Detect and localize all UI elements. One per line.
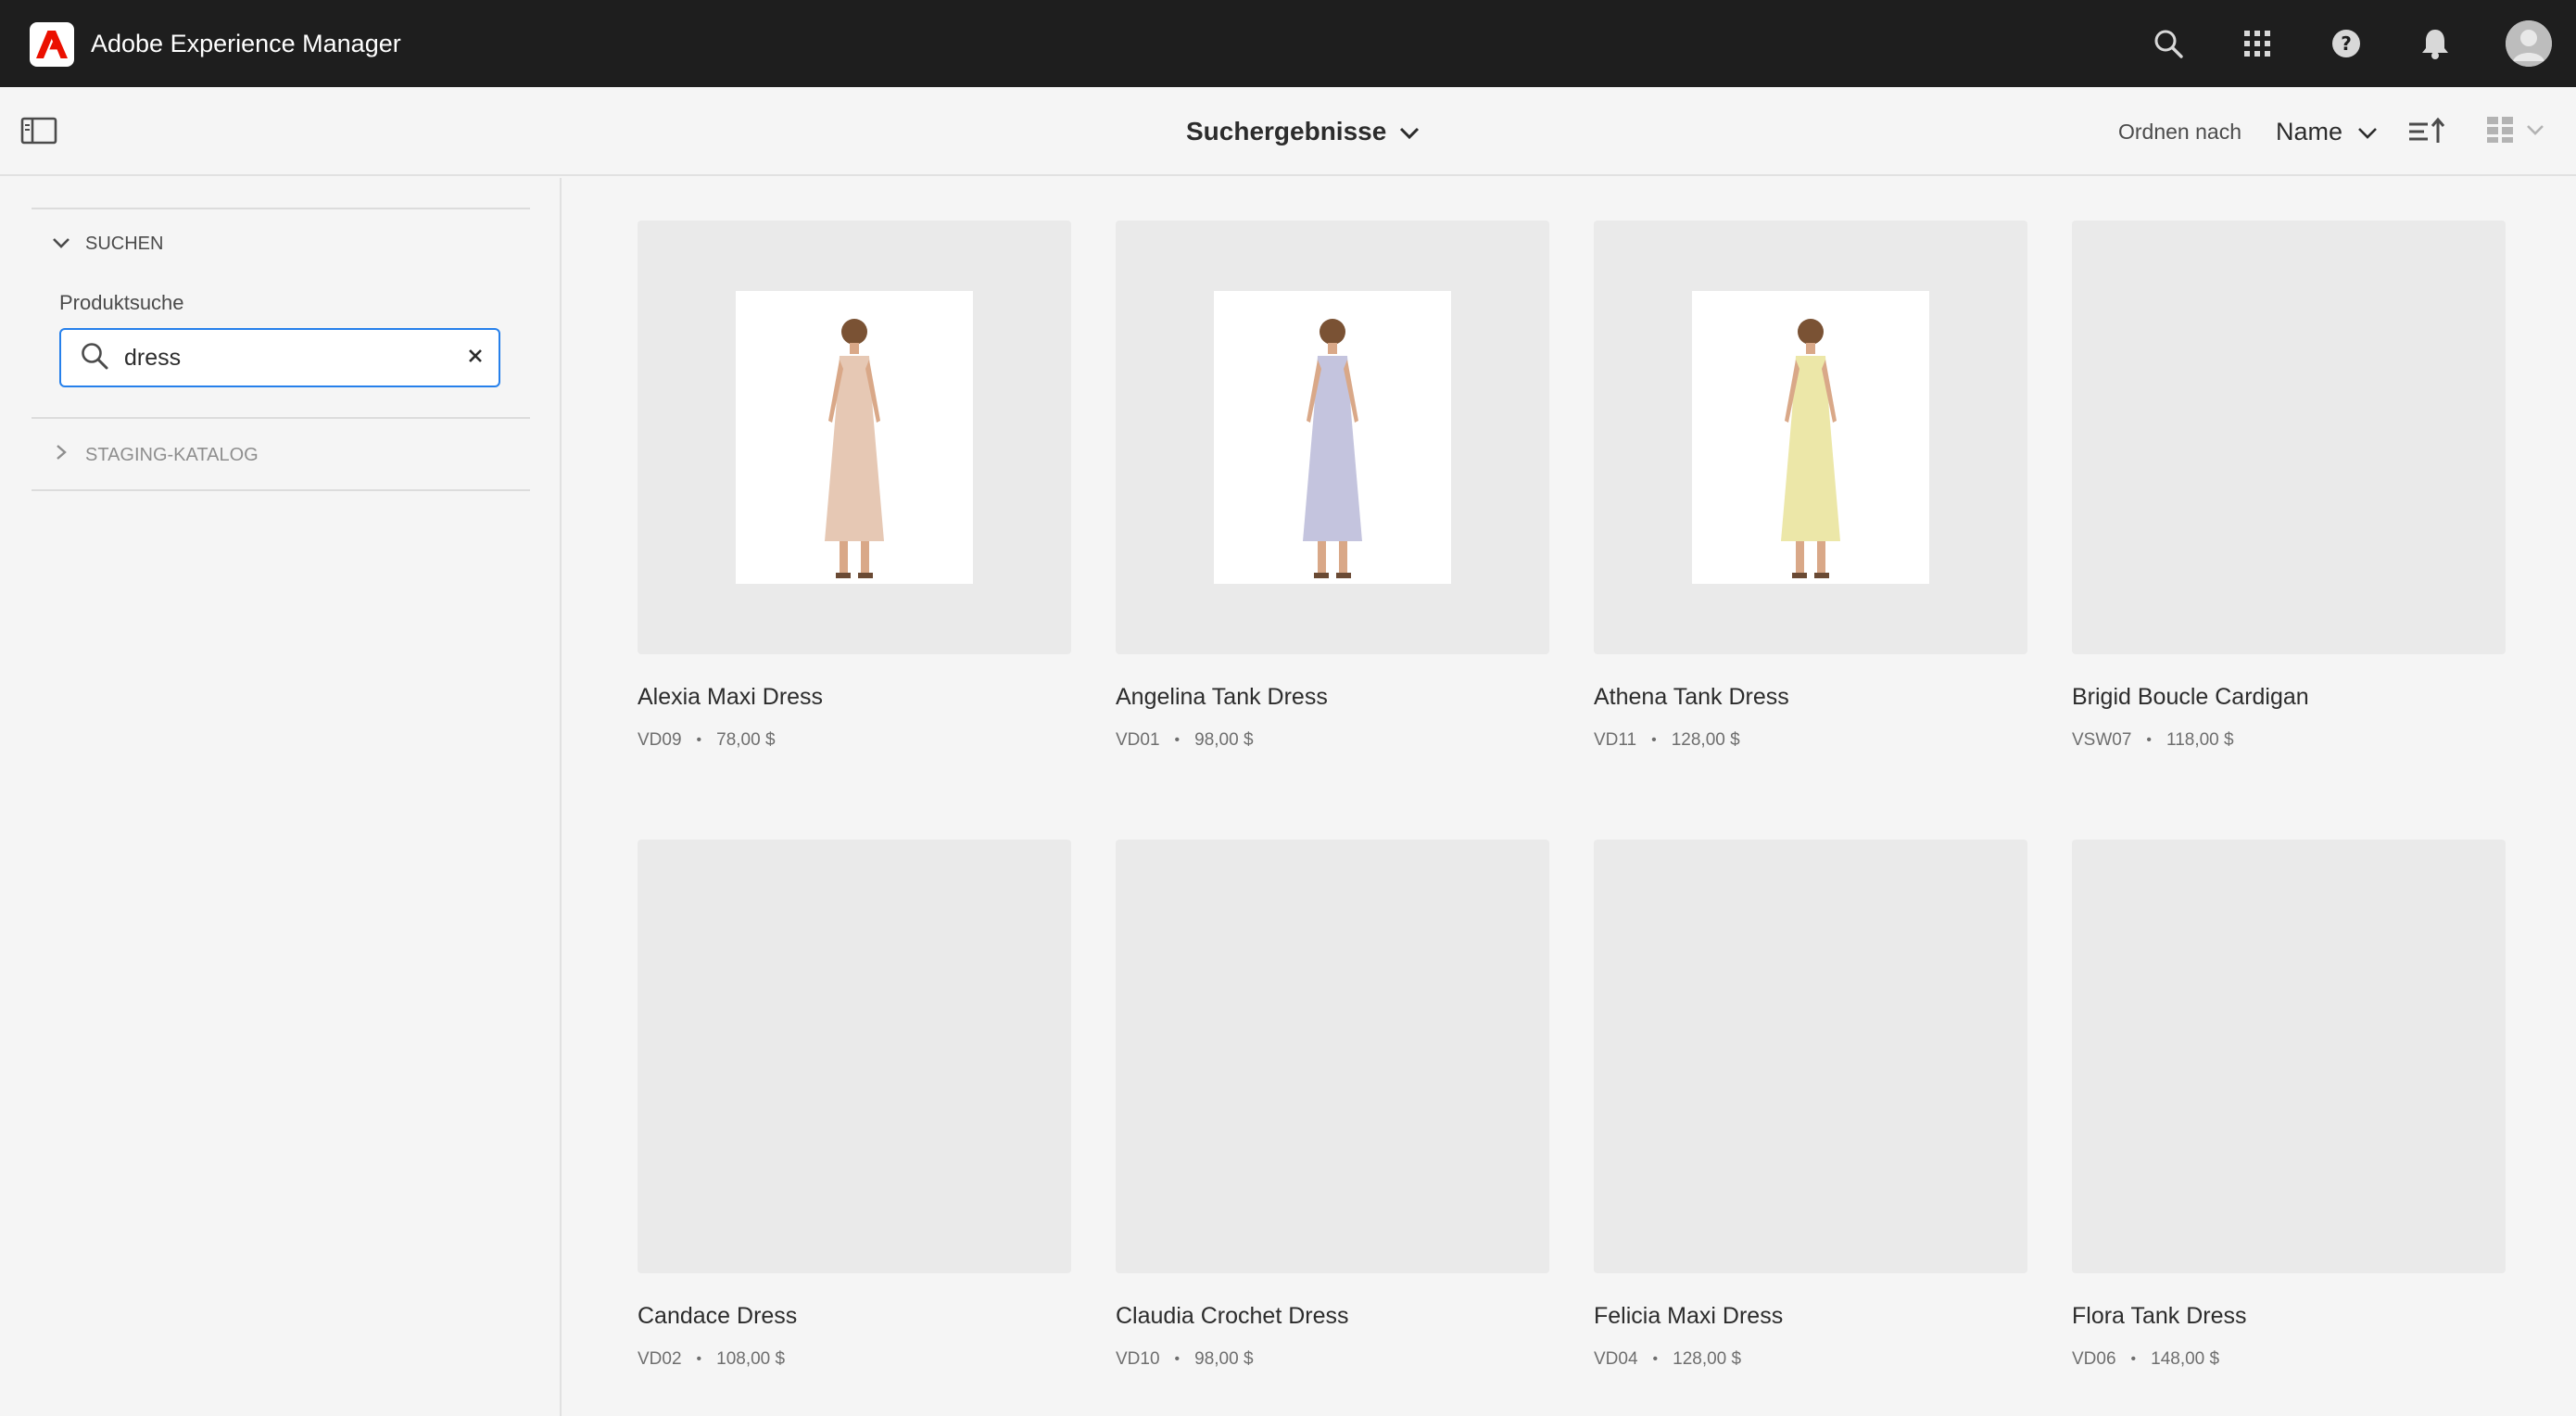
product-card[interactable]: Athena Tank Dress VD11 • 128,00 $	[1594, 221, 2027, 795]
product-search-label: Produktsuche	[59, 291, 184, 314]
chevron-right-icon	[52, 443, 70, 467]
app-title[interactable]: Adobe Experience Manager	[91, 0, 401, 87]
page-title: Suchergebnisse	[1186, 117, 1387, 145]
product-image	[1692, 291, 1929, 584]
adobe-logo-icon[interactable]	[30, 22, 74, 67]
divider	[32, 489, 530, 491]
product-meta: VD01 • 98,00 $	[1116, 730, 1254, 751]
rail-toggle-icon[interactable]	[20, 115, 57, 146]
search-icon	[80, 341, 109, 375]
product-card[interactable]: Flora Tank Dress VD06 • 148,00 $	[2072, 840, 2506, 1414]
search-section-header[interactable]: SUCHEN	[52, 234, 163, 255]
separator-dot: •	[1174, 1351, 1181, 1367]
product-price: 108,00 $	[716, 1349, 786, 1369]
sort-value: Name	[2276, 117, 2343, 145]
separator-dot: •	[696, 732, 702, 748]
product-title[interactable]: Candace Dress	[638, 1303, 797, 1330]
product-sku: VD01	[1116, 730, 1160, 750]
apps-grid-icon[interactable]	[2235, 21, 2279, 66]
product-sku: VD06	[2072, 1349, 2116, 1369]
dress-model-figure	[1303, 319, 1362, 578]
product-meta: VSW07 • 118,00 $	[2072, 730, 2234, 751]
product-thumbnail[interactable]	[1116, 840, 1549, 1273]
product-meta: VD09 • 78,00 $	[638, 730, 776, 751]
chevron-down-icon	[2526, 123, 2544, 140]
product-meta: VD11 • 128,00 $	[1594, 730, 1740, 751]
view-switcher[interactable]	[2485, 115, 2559, 148]
product-thumbnail[interactable]	[1594, 221, 2027, 654]
chevron-down-icon	[52, 234, 70, 255]
product-title[interactable]: Alexia Maxi Dress	[638, 684, 823, 711]
product-title[interactable]: Flora Tank Dress	[2072, 1303, 2247, 1330]
user-avatar[interactable]	[2506, 20, 2552, 67]
notifications-bell-icon[interactable]	[2413, 21, 2457, 66]
separator-dot: •	[1174, 732, 1181, 748]
separator-dot: •	[1652, 1351, 1659, 1367]
product-title[interactable]: Claudia Crochet Dress	[1116, 1303, 1349, 1330]
product-card[interactable]: Brigid Boucle Cardigan VSW07 • 118,00 $	[2072, 221, 2506, 795]
product-thumbnail[interactable]	[638, 840, 1071, 1273]
product-meta: VD06 • 148,00 $	[2072, 1349, 2219, 1370]
search-query[interactable]: dress	[124, 345, 467, 372]
sort-label: Ordnen nach	[2118, 120, 2241, 144]
chevron-down-icon	[1399, 117, 1420, 146]
product-title[interactable]: Angelina Tank Dress	[1116, 684, 1328, 711]
product-title[interactable]: Athena Tank Dress	[1594, 684, 1789, 711]
product-price: 78,00 $	[716, 730, 776, 750]
divider	[32, 417, 530, 419]
sort-by-dropdown[interactable]: Name	[2276, 87, 2378, 176]
shell-header: Adobe Experience Manager ?	[0, 0, 2576, 87]
card-view-icon	[2485, 115, 2515, 149]
chevron-down-icon	[2357, 118, 2378, 146]
divider	[32, 208, 530, 209]
product-sku: VSW07	[2072, 730, 2132, 750]
product-thumbnail[interactable]	[2072, 221, 2506, 654]
product-thumbnail[interactable]	[1594, 840, 2027, 1273]
product-price: 128,00 $	[1673, 1349, 1742, 1369]
product-sku: VD04	[1594, 1349, 1638, 1369]
product-image	[1214, 291, 1451, 584]
product-card[interactable]: Alexia Maxi Dress VD09 • 78,00 $	[638, 221, 1071, 795]
separator-dot: •	[1651, 732, 1657, 748]
product-card[interactable]: Angelina Tank Dress VD01 • 98,00 $	[1116, 221, 1549, 795]
product-sku: VD11	[1594, 730, 1637, 750]
search-section-label: SUCHEN	[85, 234, 164, 254]
product-sku: VD10	[1116, 1349, 1160, 1369]
product-meta: VD02 • 108,00 $	[638, 1349, 785, 1370]
product-price: 128,00 $	[1671, 730, 1740, 750]
search-rail: SUCHEN Produktsuche dress STAGING-KATALO…	[0, 178, 562, 1416]
product-meta: VD04 • 128,00 $	[1594, 1349, 1741, 1370]
product-thumbnail[interactable]	[2072, 840, 2506, 1273]
clear-icon[interactable]	[467, 348, 484, 369]
staging-catalog-section-header[interactable]: STAGING-KATALOG	[52, 443, 259, 467]
results-title-dropdown[interactable]: Suchergebnisse	[1186, 87, 1420, 176]
product-card[interactable]: Felicia Maxi Dress VD04 • 128,00 $	[1594, 840, 2027, 1414]
product-search-input[interactable]: dress	[59, 328, 500, 387]
product-card[interactable]: Claudia Crochet Dress VD10 • 98,00 $	[1116, 840, 1549, 1414]
product-thumbnail[interactable]	[1116, 221, 1549, 654]
product-thumbnail[interactable]	[638, 221, 1071, 654]
product-meta: VD10 • 98,00 $	[1116, 1349, 1254, 1370]
svg-text:?: ?	[2341, 32, 2352, 55]
product-sku: VD02	[638, 1349, 682, 1369]
product-price: 98,00 $	[1194, 730, 1254, 750]
sort-ascending-icon[interactable]	[2407, 115, 2446, 148]
product-price: 98,00 $	[1194, 1349, 1254, 1369]
separator-dot: •	[2146, 732, 2153, 748]
dress-model-figure	[1781, 319, 1840, 578]
separator-dot: •	[2130, 1351, 2137, 1367]
staging-catalog-label: STAGING-KATALOG	[85, 444, 259, 465]
product-image	[736, 291, 973, 584]
separator-dot: •	[696, 1351, 702, 1367]
action-bar: Suchergebnisse Ordnen nach Name	[0, 87, 2576, 176]
product-title[interactable]: Felicia Maxi Dress	[1594, 1303, 1783, 1330]
product-price: 118,00 $	[2166, 730, 2234, 750]
product-price: 148,00 $	[2151, 1349, 2220, 1369]
product-sku: VD09	[638, 730, 682, 750]
product-title[interactable]: Brigid Boucle Cardigan	[2072, 684, 2309, 711]
search-icon[interactable]	[2146, 21, 2191, 66]
dress-model-figure	[825, 319, 884, 578]
help-icon[interactable]: ?	[2324, 21, 2368, 66]
product-card[interactable]: Candace Dress VD02 • 108,00 $	[638, 840, 1071, 1414]
